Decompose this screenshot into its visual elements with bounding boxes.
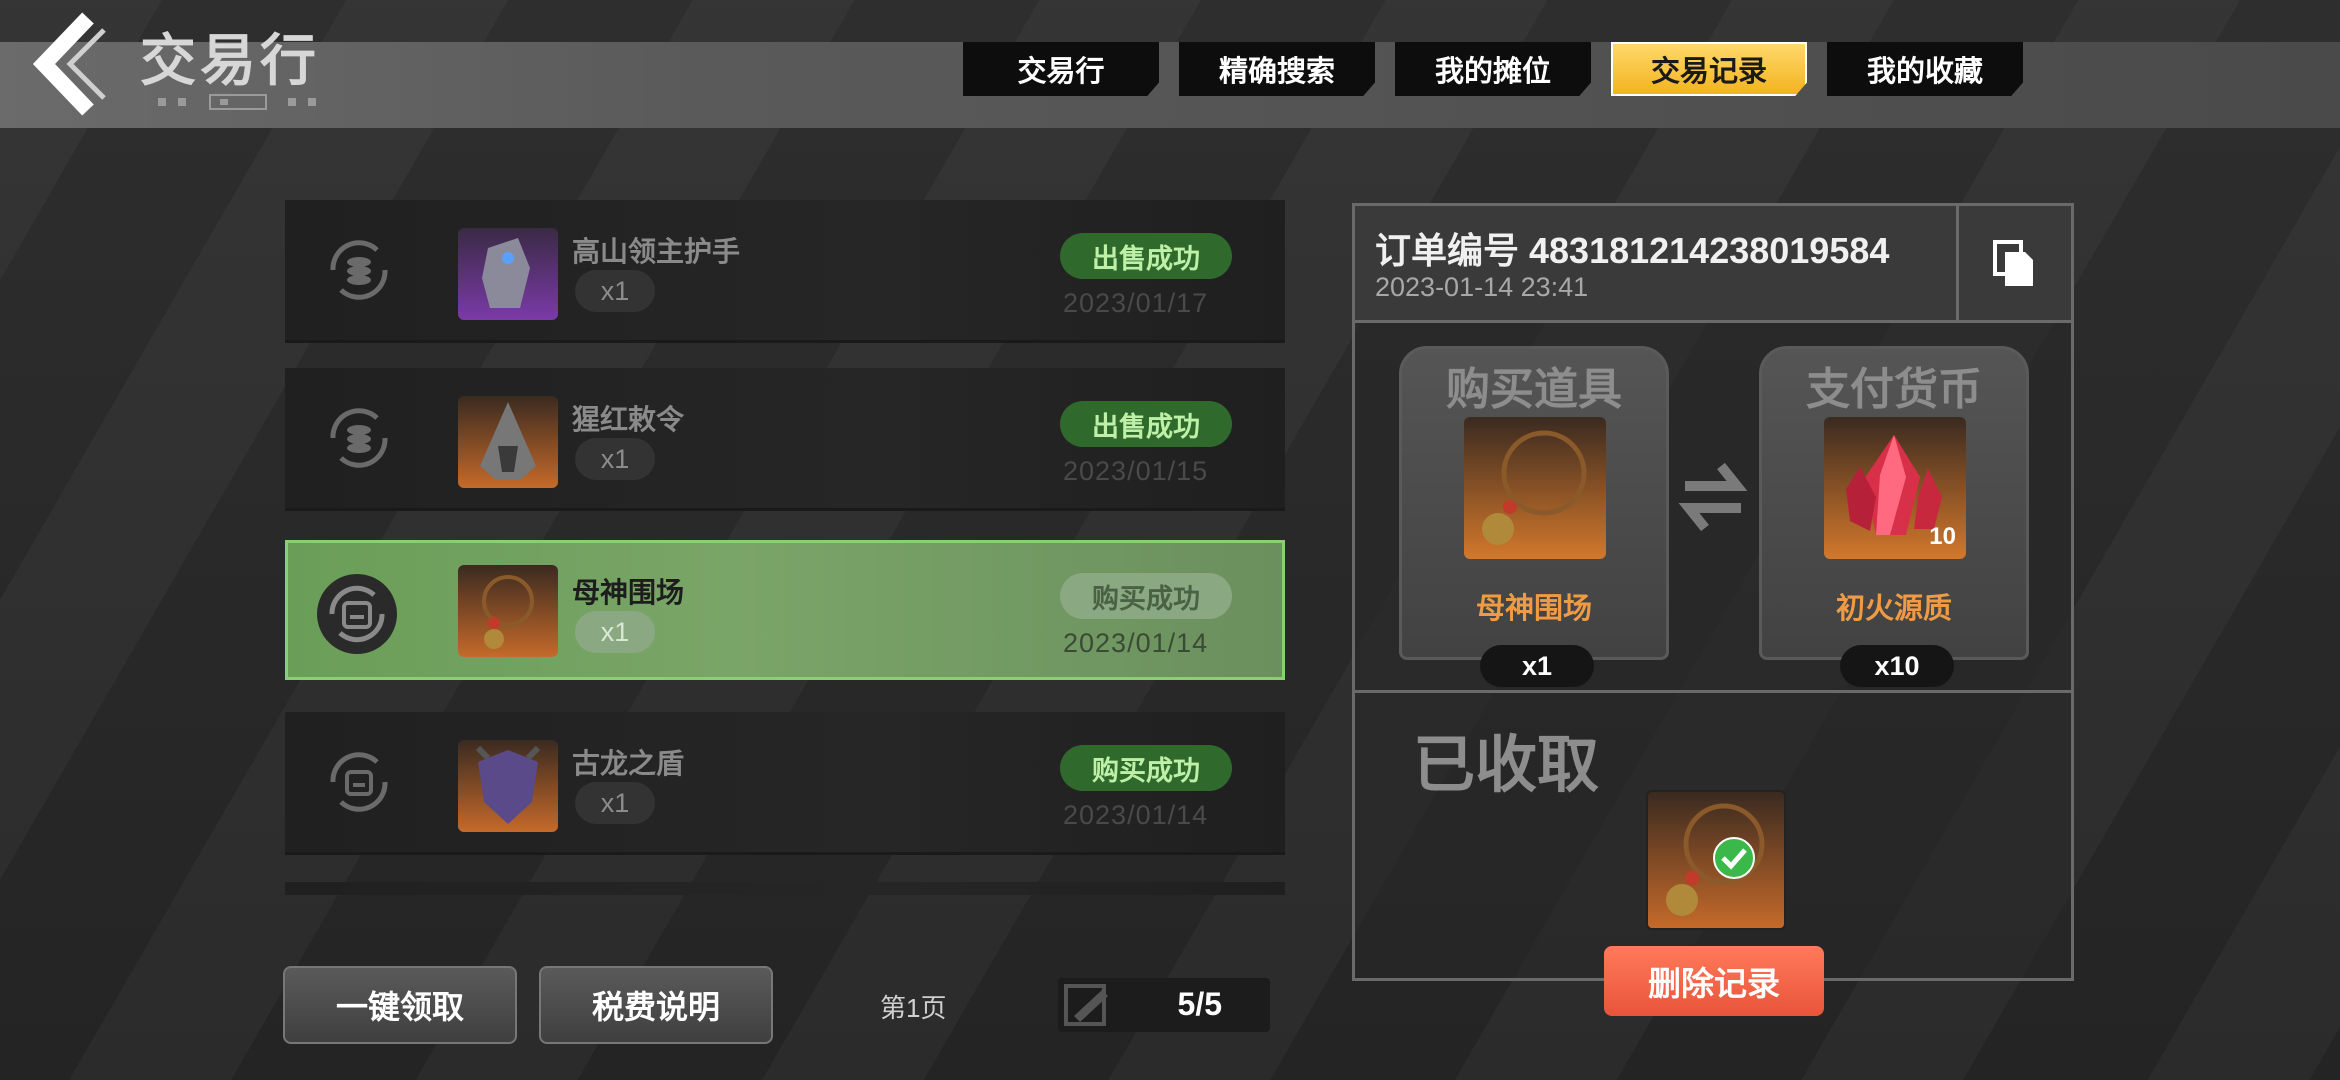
claim-all-label: 一键领取 — [335, 989, 464, 1025]
necklace-item-icon[interactable] — [1464, 417, 1606, 559]
list-item[interactable]: 古龙之盾 x1 购买成功 2023/01/14 — [285, 712, 1285, 855]
item-qty: x1 — [575, 611, 655, 653]
trade-record-list[interactable]: 高山领主护手 x1 出售成功 2023/01/17 猩红敕令 x1 出售成功 2… — [285, 200, 1285, 895]
back-icon[interactable] — [26, 8, 116, 120]
checkmark-icon — [1713, 837, 1755, 879]
bag-swap-icon — [317, 574, 397, 654]
item-qty: x1 — [575, 782, 655, 824]
buy-item-qty: x1 — [1480, 645, 1594, 687]
status-badge: 出售成功 — [1060, 401, 1232, 447]
currency-badge: 10 — [1929, 523, 1956, 550]
edit-icon — [1064, 984, 1108, 1026]
tax-info-label: 税费说明 — [591, 989, 720, 1025]
tab-bar: 交易行 精确搜索 我的摊位 交易记录 我的收藏 — [963, 42, 2023, 96]
record-date: 2023/01/17 — [1063, 288, 1209, 318]
record-date: 2023/01/15 — [1063, 456, 1209, 486]
page-count: 5/5 — [1177, 986, 1222, 1022]
list-item-selected[interactable]: 母神围场 x1 购买成功 2023/01/14 — [285, 540, 1285, 680]
crystal-item-icon[interactable]: 10 — [1824, 417, 1966, 559]
item-name: 高山领主护手 — [572, 236, 741, 267]
claim-all-button[interactable]: 一键领取 — [283, 966, 517, 1044]
record-date: 2023/01/14 — [1063, 800, 1209, 830]
tab-trade-records[interactable]: 交易记录 — [1611, 42, 1807, 96]
gauntlet-item-icon — [458, 228, 558, 320]
copy-icon — [1993, 240, 2033, 286]
pay-item-name: 初火源质 — [1835, 593, 1952, 625]
tax-info-button[interactable]: 税费说明 — [539, 966, 773, 1044]
page-label: 第1页 — [880, 993, 947, 1023]
item-name: 母神围场 — [572, 577, 685, 608]
paid-currency-card: 支付货币 10 初火源质 x10 — [1759, 346, 2029, 687]
coin-swap-icon — [330, 408, 388, 468]
status-badge: 购买成功 — [1060, 745, 1232, 791]
tab-my-favorites[interactable]: 我的收藏 — [1827, 42, 2023, 96]
coin-swap-icon — [330, 240, 388, 300]
bought-item-card: 购买道具 母神围场 x1 — [1399, 346, 1669, 687]
item-qty: x1 — [575, 270, 655, 312]
received-label: 已收取 — [1413, 731, 1600, 800]
order-number: 订单编号 483181214238019584 — [1375, 230, 1890, 271]
item-qty: x1 — [575, 438, 655, 480]
necklace-item-icon — [458, 565, 558, 657]
list-item[interactable]: 猩红敕令 x1 出售成功 2023/01/15 — [285, 368, 1285, 511]
buy-item-name: 母神围场 — [1475, 593, 1592, 625]
page-title: 交易行 — [140, 29, 320, 92]
order-time: 2023-01-14 23:41 — [1375, 272, 1589, 302]
shield-item-icon — [458, 740, 558, 832]
status-badge: 购买成功 — [1060, 573, 1232, 619]
item-name: 古龙之盾 — [572, 748, 685, 779]
buy-title: 购买道具 — [1446, 365, 1622, 414]
record-date: 2023/01/14 — [1063, 628, 1209, 658]
bag-swap-icon — [330, 752, 388, 812]
tab-my-stall[interactable]: 我的摊位 — [1395, 42, 1591, 96]
exchange-arrows-icon — [1678, 462, 1748, 532]
status-badge: 出售成功 — [1060, 233, 1232, 279]
delete-record-label: 删除记录 — [1648, 965, 1780, 1002]
page-selector[interactable]: 5/5 — [1058, 978, 1270, 1032]
divider — [1355, 690, 2071, 693]
hood-item-icon — [458, 396, 558, 488]
copy-button[interactable] — [1956, 206, 2071, 320]
list-item[interactable]: 高山领主护手 x1 出售成功 2023/01/17 — [285, 200, 1285, 343]
tab-trading-house[interactable]: 交易行 — [963, 42, 1159, 96]
pay-title: 支付货币 — [1806, 365, 1982, 414]
tab-precise-search[interactable]: 精确搜索 — [1179, 42, 1375, 96]
necklace-item-icon[interactable] — [1646, 790, 1786, 930]
item-name: 猩红敕令 — [572, 404, 685, 435]
list-item[interactable] — [285, 882, 1285, 895]
order-detail-panel: 订单编号 483181214238019584 2023-01-14 23:41… — [1352, 203, 2074, 981]
delete-record-button[interactable]: 删除记录 — [1604, 946, 1824, 1016]
title-decoration — [158, 94, 316, 110]
pay-item-qty: x10 — [1840, 645, 1954, 687]
